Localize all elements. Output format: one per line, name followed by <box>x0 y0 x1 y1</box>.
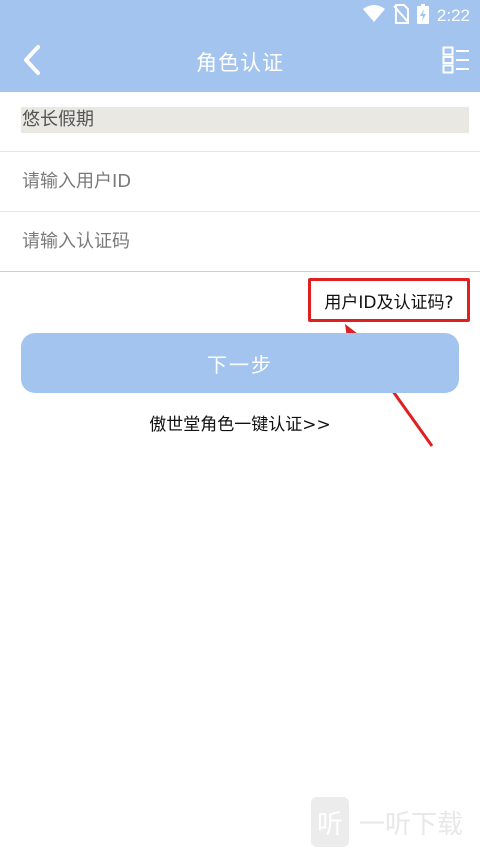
next-step-button[interactable]: 下一步 <box>21 333 459 393</box>
list-menu-icon <box>442 46 470 78</box>
page-title: 角色认证 <box>196 51 284 75</box>
status-time: 2:22 <box>436 6 470 25</box>
help-link[interactable]: 用户ID及认证码? <box>308 278 470 322</box>
one-key-auth-link[interactable]: 傲世堂角色一键认证>> <box>0 410 480 438</box>
app-bar: 角色认证 <box>0 32 480 92</box>
status-icons: 2:22 <box>362 4 470 28</box>
auth-code-input[interactable] <box>22 212 458 271</box>
watermark: 听 一听下载 <box>311 793 476 851</box>
auth-form: 悠长假期 <box>0 92 480 272</box>
menu-button[interactable] <box>440 46 472 78</box>
auth-code-row <box>0 212 480 272</box>
user-id-input[interactable] <box>22 152 458 211</box>
watermark-text: 一听下载 <box>359 809 464 840</box>
back-button[interactable] <box>12 42 52 82</box>
server-select[interactable]: 悠长假期 <box>21 107 469 133</box>
battery-charging-icon <box>416 4 429 28</box>
wifi-icon <box>362 5 385 27</box>
no-sim-icon <box>393 4 409 28</box>
watermark-logo: 听 <box>311 797 349 847</box>
server-row: 悠长假期 <box>0 92 480 152</box>
user-id-row <box>0 152 480 212</box>
chevron-left-icon <box>21 44 43 80</box>
status-bar: 2:22 <box>0 0 480 32</box>
